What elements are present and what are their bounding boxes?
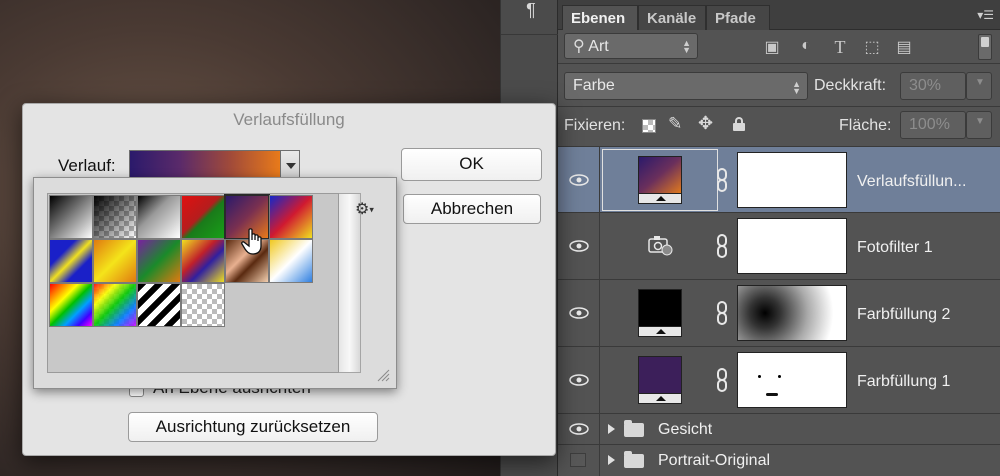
fill-dropdown-icon[interactable]: ▼ — [966, 111, 992, 139]
group-name[interactable]: Gesicht — [658, 421, 712, 439]
preset-black-white[interactable] — [49, 195, 93, 239]
expand-arrow-icon[interactable] — [608, 424, 615, 434]
opacity-input[interactable]: 30% — [900, 72, 966, 100]
link-chain-icon[interactable] — [716, 168, 728, 192]
cancel-button[interactable]: Abbrechen — [403, 194, 541, 224]
gradient-label: Verlauf: — [58, 156, 116, 175]
stepper-icon: ▲ ▼ — [792, 79, 801, 96]
gradient-preview-swatch[interactable] — [129, 150, 281, 180]
preset-yellow-violet-orange-blue[interactable] — [181, 239, 225, 283]
filter-toggle-switch[interactable] — [978, 34, 992, 60]
shape-filter-icon[interactable]: ⬚ — [862, 37, 882, 57]
eye-icon[interactable] — [568, 422, 590, 436]
dialog-title: Verlaufsfüllung — [233, 110, 345, 129]
link-chain-icon[interactable] — [716, 234, 728, 258]
lock-label: Fixieren: — [564, 117, 626, 134]
layer-row-gradient-fill[interactable]: Verlaufsfüllun... — [558, 146, 1000, 213]
strip-divider — [501, 34, 559, 35]
layer-mask-thumbnail[interactable] — [737, 352, 847, 408]
layer-row-solid-fill-1[interactable]: Farbfüllung 1 — [558, 347, 1000, 414]
search-icon: ⚲ — [573, 38, 585, 55]
hidden-visibility-box[interactable] — [570, 453, 586, 467]
preset-black-transparent[interactable] — [93, 195, 137, 239]
layer-name[interactable]: Verlaufsfüllun... — [857, 173, 997, 191]
gradient-fill-thumbnail[interactable] — [638, 156, 682, 194]
preset-stripes[interactable] — [137, 283, 181, 327]
layer-mask-thumbnail[interactable] — [737, 285, 847, 341]
fill-layer-indicator — [638, 327, 682, 337]
filter-kind-select[interactable]: ⚲ Art ▲ ▼ — [564, 33, 698, 59]
eye-icon[interactable] — [568, 373, 590, 387]
lock-brush-icon[interactable]: ✎ — [668, 114, 682, 134]
blend-mode-select[interactable]: Farbe ▲ ▼ — [564, 72, 808, 100]
gradient-preset-grid — [47, 193, 339, 373]
preset-blue-red-yellow[interactable] — [269, 195, 313, 239]
tab-paths[interactable]: Pfade — [706, 5, 770, 30]
lock-all-icon[interactable] — [733, 117, 745, 131]
layer-row-photo-filter[interactable]: Fotofilter 1 — [558, 213, 1000, 280]
opacity-dropdown-icon[interactable]: ▼ — [966, 72, 992, 100]
preset-red-green[interactable] — [181, 195, 225, 239]
fill-input[interactable]: 100% — [900, 111, 966, 139]
preset-black-white-2[interactable] — [137, 195, 181, 239]
layers-panel: Ebenen Kanäle Pfade ▾☰ ⚲ Art ▲ ▼ ▣ ◐ T ⬚ … — [558, 0, 1000, 476]
photo-filter-adjustment-icon[interactable] — [648, 235, 674, 257]
type-filter-icon[interactable]: T — [830, 37, 850, 57]
filter-kind-value: Art — [588, 38, 609, 55]
eye-icon[interactable] — [568, 173, 590, 187]
paragraph-panel-icon[interactable]: ¶ — [521, 0, 541, 24]
ok-button[interactable]: OK — [401, 148, 542, 181]
gradient-picker-popup: ⚙▾ — [33, 177, 397, 389]
eye-icon[interactable] — [568, 306, 590, 320]
eye-icon[interactable] — [568, 239, 590, 253]
stepper-icon: ▲ ▼ — [682, 38, 691, 55]
preset-orange-yellow-orange[interactable] — [93, 239, 137, 283]
group-name[interactable]: Portrait-Original — [658, 452, 770, 470]
preset-blue-yellow-blue[interactable] — [49, 239, 93, 283]
picker-scrollbar[interactable] — [339, 193, 361, 373]
reset-alignment-button[interactable]: Ausrichtung zurücksetzen — [128, 412, 378, 442]
smart-object-filter-icon[interactable]: ▤ — [894, 37, 914, 57]
layer-name[interactable]: Fotofilter 1 — [857, 239, 933, 257]
blend-mode-value: Farbe — [573, 77, 615, 94]
gradient-dropdown-button[interactable] — [280, 150, 300, 180]
panel-menu-icon[interactable]: ▾☰ — [977, 8, 994, 22]
lock-transparency-icon[interactable] — [642, 119, 656, 133]
folder-icon — [624, 420, 644, 437]
solid-fill-thumbnail[interactable] — [638, 289, 682, 327]
preset-transparent-rainbow[interactable] — [93, 283, 137, 327]
hand-cursor-icon — [241, 228, 262, 255]
layer-mask-thumbnail[interactable] — [737, 152, 847, 208]
preset-spectrum[interactable] — [49, 283, 93, 327]
link-chain-icon[interactable] — [716, 301, 728, 325]
adjustment-filter-icon[interactable]: ◐ — [796, 37, 816, 57]
preset-chrome[interactable] — [269, 239, 313, 283]
folder-icon — [624, 451, 644, 468]
expand-arrow-icon[interactable] — [608, 455, 615, 465]
layer-name[interactable]: Farbfüllung 1 — [857, 373, 950, 391]
opacity-label: Deckkraft: — [814, 77, 887, 94]
lock-move-icon[interactable]: ✥ — [698, 113, 713, 134]
preset-transparent[interactable] — [181, 283, 225, 327]
resize-grip-icon[interactable] — [376, 368, 390, 382]
layer-mask-thumbnail[interactable] — [737, 218, 847, 274]
gear-icon[interactable]: ⚙▾ — [355, 199, 381, 219]
group-row-portrait-original[interactable]: Portrait-Original — [558, 445, 1000, 476]
tab-layers[interactable]: Ebenen — [562, 5, 638, 30]
preset-violet-green-orange[interactable] — [137, 239, 181, 283]
link-chain-icon[interactable] — [716, 368, 728, 392]
layer-name[interactable]: Farbfüllung 2 — [857, 306, 950, 324]
fill-layer-indicator — [638, 194, 682, 204]
tab-channels[interactable]: Kanäle — [638, 5, 706, 30]
solid-fill-thumbnail[interactable] — [638, 356, 682, 394]
fill-layer-indicator — [638, 394, 682, 404]
fill-label: Fläche: — [839, 117, 892, 134]
layer-row-solid-fill-2[interactable]: Farbfüllung 2 — [558, 280, 1000, 347]
group-row-face[interactable]: Gesicht — [558, 414, 1000, 445]
image-filter-icon[interactable]: ▣ — [762, 37, 782, 57]
panel-tab-bar: Ebenen Kanäle Pfade ▾☰ — [558, 0, 1000, 30]
